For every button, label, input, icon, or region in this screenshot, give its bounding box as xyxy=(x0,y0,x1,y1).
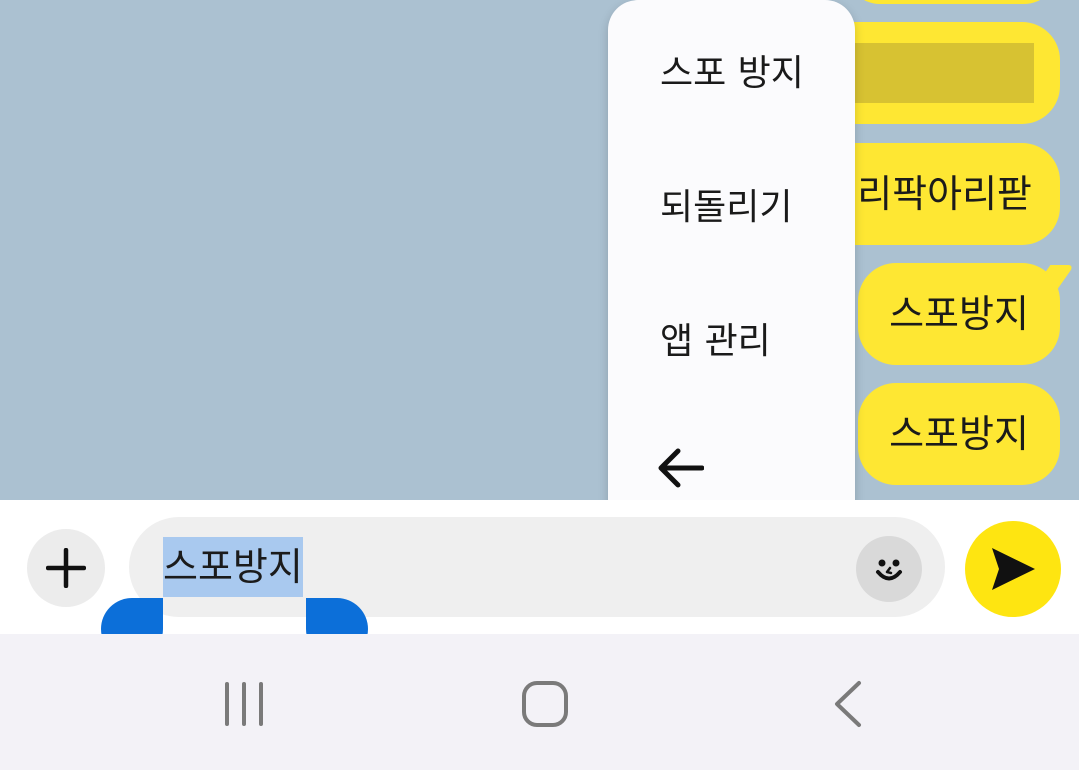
attach-button[interactable] xyxy=(27,529,105,607)
arrow-left-icon[interactable] xyxy=(650,442,710,494)
emoji-icon xyxy=(876,559,902,581)
message-text: 스포방지 xyxy=(889,412,1029,456)
message-bubble[interactable]: 스포방지 xyxy=(858,263,1060,365)
recent-apps-icon[interactable] xyxy=(214,672,274,736)
emoji-button[interactable] xyxy=(856,536,922,602)
send-button[interactable] xyxy=(965,521,1061,617)
chat-area[interactable]: 리팍아리팓 스포방지 스포방지 xyxy=(0,0,1079,500)
menu-item-spoiler-protect[interactable]: 스포 방지 xyxy=(660,44,804,96)
text-selection-menu: 스포 방지 되돌리기 앱 관리 xyxy=(608,0,855,535)
message-text: 리팍아리팓 xyxy=(857,172,1032,216)
selected-text[interactable]: 스포방지 xyxy=(163,537,303,597)
back-icon[interactable] xyxy=(820,672,876,736)
message-text: 스포방지 xyxy=(889,292,1029,336)
message-bubble[interactable]: 스포방지 xyxy=(858,383,1060,485)
menu-item-undo[interactable]: 되돌리기 xyxy=(660,178,792,230)
redacted-content xyxy=(824,43,1034,103)
home-icon[interactable] xyxy=(513,672,577,736)
plus-icon xyxy=(46,548,86,588)
message-bubble[interactable] xyxy=(846,0,1058,4)
menu-item-app-management[interactable]: 앱 관리 xyxy=(660,312,771,364)
send-icon xyxy=(992,548,1035,590)
